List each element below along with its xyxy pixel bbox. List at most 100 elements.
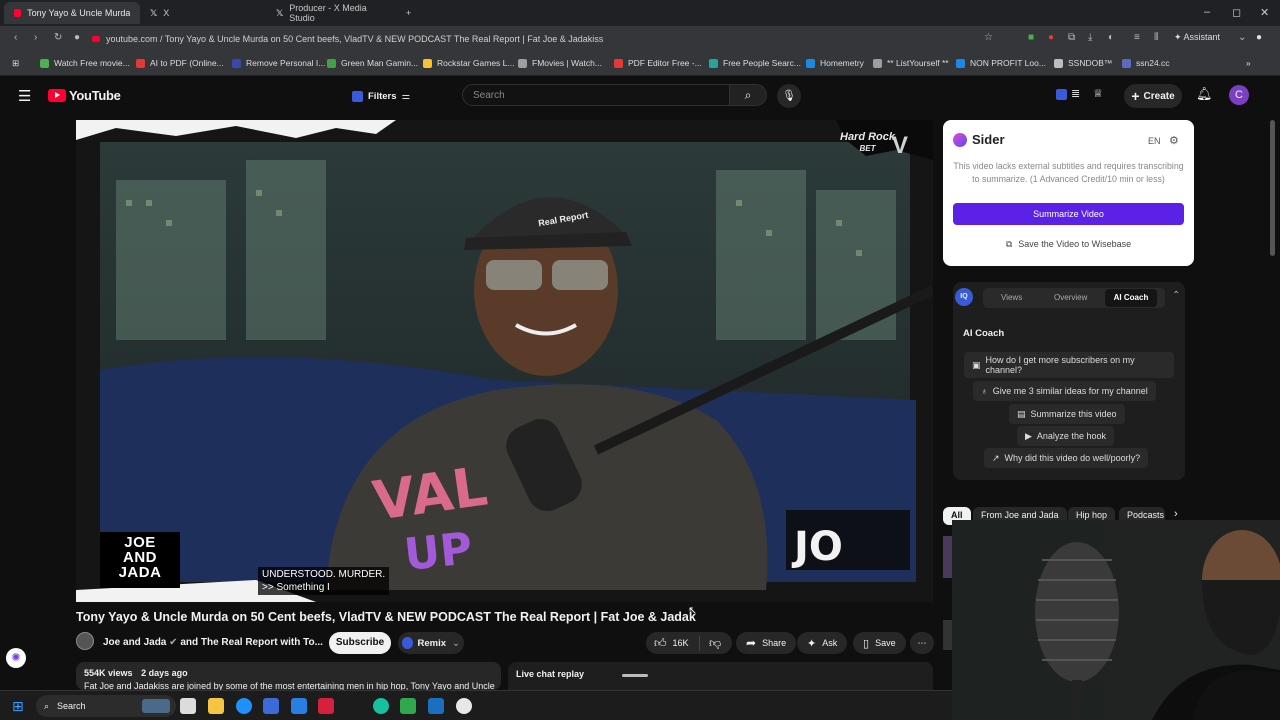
- bookmark-star-icon[interactable]: ☆: [984, 32, 993, 43]
- bookmark-item[interactable]: AI to PDF (Online...: [136, 58, 224, 68]
- save-to-wisebase-button[interactable]: ⧉ Save the Video to Wisebase: [953, 234, 1184, 254]
- search-input[interactable]: Search: [462, 84, 730, 106]
- bookmark-item[interactable]: PDF Editor Free -...: [614, 58, 702, 68]
- tab-overview[interactable]: Overview: [1054, 293, 1087, 302]
- menu-lines-icon[interactable]: ≡: [1134, 32, 1140, 43]
- extension-icon[interactable]: ■: [1028, 32, 1034, 43]
- remix-button[interactable]: Remix ⌄: [398, 632, 464, 654]
- share-button[interactable]: ➦ Share: [736, 632, 797, 654]
- like-button[interactable]: 👍︎ 16K: [646, 635, 700, 651]
- tab-producer[interactable]: 𝕏 Producer - X Media Studio: [266, 2, 394, 24]
- assistant-button[interactable]: ✦ Assistant: [1174, 32, 1220, 43]
- acrobat-icon[interactable]: [318, 698, 334, 714]
- summarize-video-button[interactable]: Summarize Video: [953, 203, 1184, 225]
- subscribe-button[interactable]: Subscribe: [329, 632, 391, 654]
- bookmark-favicon-icon: [806, 58, 815, 68]
- more-actions-button[interactable]: ⋯: [910, 632, 934, 654]
- youtube-play-icon: [48, 89, 66, 102]
- tab-ai-coach[interactable]: AI Coach: [1105, 289, 1157, 307]
- bookmark-item[interactable]: Free People Searc...: [709, 58, 801, 68]
- voice-search-button[interactable]: 🎙: [777, 84, 801, 108]
- sider-floating-icon[interactable]: ✺: [6, 648, 26, 668]
- tab-views[interactable]: Views: [1001, 293, 1022, 302]
- hamburger-menu-icon[interactable]: ☰: [18, 87, 31, 105]
- bookmark-item[interactable]: NON PROFIT Loo...: [956, 58, 1046, 68]
- excel-icon[interactable]: [400, 698, 416, 714]
- language-selector[interactable]: EN: [1148, 136, 1161, 146]
- bookmark-item[interactable]: SSNDOB™: [1054, 58, 1112, 68]
- reload-icon[interactable]: ↻: [54, 32, 62, 43]
- drag-handle[interactable]: [622, 674, 648, 677]
- app-icon[interactable]: [428, 698, 444, 714]
- forward-icon[interactable]: ›: [34, 32, 37, 43]
- channel-name[interactable]: Joe and Jada: [103, 637, 166, 648]
- coach-prompt-performance[interactable]: ↗ Why did this video do well/poorly?: [984, 448, 1149, 468]
- back-icon[interactable]: ‹: [14, 32, 17, 43]
- more-icon[interactable]: ●: [1256, 32, 1262, 43]
- bookmark-item[interactable]: Homemetry: [806, 58, 864, 68]
- coach-prompt-ideas[interactable]: ♁ Give me 3 similar ideas for my channel: [973, 381, 1156, 401]
- bookmark-item[interactable]: ** ListYourself **: [873, 58, 949, 68]
- ask-button[interactable]: ✦ Ask: [797, 632, 848, 654]
- chips-next-chevron-icon[interactable]: ›: [1174, 508, 1178, 520]
- address-bar[interactable]: youtube.com / Tony Yayo & Uncle Murda on…: [92, 30, 1172, 48]
- apps-grid-icon[interactable]: ⊞: [12, 58, 19, 69]
- bookmark-item[interactable]: FMovies | Watch...: [518, 58, 602, 68]
- avatar[interactable]: C: [1229, 85, 1249, 105]
- coach-prompt-subscribers[interactable]: ▣ How do I get more subscribers on my ch…: [964, 352, 1174, 378]
- extensions-icon[interactable]: ⧉: [1068, 32, 1075, 43]
- taskbar-search-box[interactable]: ⌕ Search: [36, 695, 176, 717]
- more-bookmarks-icon[interactable]: »: [1246, 58, 1251, 68]
- iq-icon[interactable]: [1056, 89, 1067, 100]
- search-button[interactable]: ⌕: [729, 84, 767, 106]
- bookmark-item[interactable]: Green Man Gamin...: [327, 58, 418, 68]
- settings-gear-icon[interactable]: ⚙: [1169, 134, 1179, 147]
- video-player[interactable]: VAL UP JO JOE AND JADA Hard Rock BET V R…: [76, 120, 933, 602]
- notifications-bell-icon[interactable]: 🔔︎: [1196, 86, 1213, 102]
- bookmark-item[interactable]: ssn24.cc: [1122, 58, 1170, 68]
- new-tab-button[interactable]: +: [396, 2, 416, 24]
- bookmark-item[interactable]: Watch Free movie...: [40, 58, 130, 68]
- dislike-button[interactable]: 👎︎: [700, 636, 721, 651]
- coach-prompt-hook[interactable]: ▶ Analyze the hook: [1017, 426, 1114, 446]
- outlook-icon[interactable]: [291, 698, 307, 714]
- iq-icon: [352, 90, 363, 102]
- bookmark-item[interactable]: Rockstar Games L...: [423, 58, 514, 68]
- file-explorer-icon[interactable]: [208, 698, 224, 714]
- youtube-logo[interactable]: YouTube: [48, 88, 121, 103]
- task-view-icon[interactable]: [180, 698, 196, 714]
- store-icon[interactable]: [263, 698, 279, 714]
- page-scrollbar[interactable]: [1270, 120, 1275, 256]
- audio-icon[interactable]: ⦀: [1154, 32, 1158, 43]
- bookmark-item[interactable]: Remove Personal I...: [232, 58, 325, 68]
- edge-browser-icon[interactable]: [236, 698, 252, 714]
- collapse-chevron-icon[interactable]: ⌃: [1172, 290, 1180, 301]
- collab-channel-name[interactable]: and The Real Report with To...: [180, 637, 323, 648]
- extension-icon[interactable]: ●: [1048, 32, 1054, 43]
- chevron-down-icon[interactable]: ⌄: [1238, 32, 1246, 43]
- capcut-icon[interactable]: [373, 698, 389, 714]
- webcam-overlay: [952, 520, 1280, 720]
- list-icon[interactable]: ≣: [1071, 87, 1080, 100]
- mic-icon[interactable]: ●: [74, 32, 80, 43]
- description-box[interactable]: 554K views 2 days ago Fat Joe and Jadaki…: [76, 662, 501, 690]
- trophy-icon[interactable]: ♕: [1093, 87, 1103, 100]
- download-icon[interactable]: ⤓: [1088, 32, 1092, 43]
- channel-names[interactable]: Joe and Jada ✔ and The Real Report with …: [103, 637, 323, 648]
- create-button[interactable]: + Create: [1124, 84, 1182, 108]
- minimize-button[interactable]: –: [1204, 6, 1210, 18]
- filters-button[interactable]: Filters ⚌: [352, 87, 410, 105]
- save-button[interactable]: ▯ Save: [853, 632, 906, 654]
- sider-logo: Sider: [953, 132, 1005, 147]
- svg-text:UP: UP: [402, 523, 475, 581]
- windows-start-icon[interactable]: ⊞: [12, 698, 24, 715]
- profile-icon[interactable]: ◐: [1108, 32, 1114, 43]
- maximize-button[interactable]: ◻: [1232, 6, 1241, 19]
- coach-prompt-summarize[interactable]: ▤ Summarize this video: [1009, 404, 1125, 424]
- close-window-button[interactable]: ✕: [1260, 6, 1269, 19]
- live-chat-replay-header[interactable]: Live chat replay: [508, 662, 933, 690]
- channel-avatar[interactable]: [76, 632, 94, 650]
- tab-x[interactable]: 𝕏 X: [140, 2, 260, 24]
- chrome-icon[interactable]: [456, 698, 472, 714]
- tab-youtube[interactable]: Tony Yayo & Uncle Murda on: [4, 2, 140, 24]
